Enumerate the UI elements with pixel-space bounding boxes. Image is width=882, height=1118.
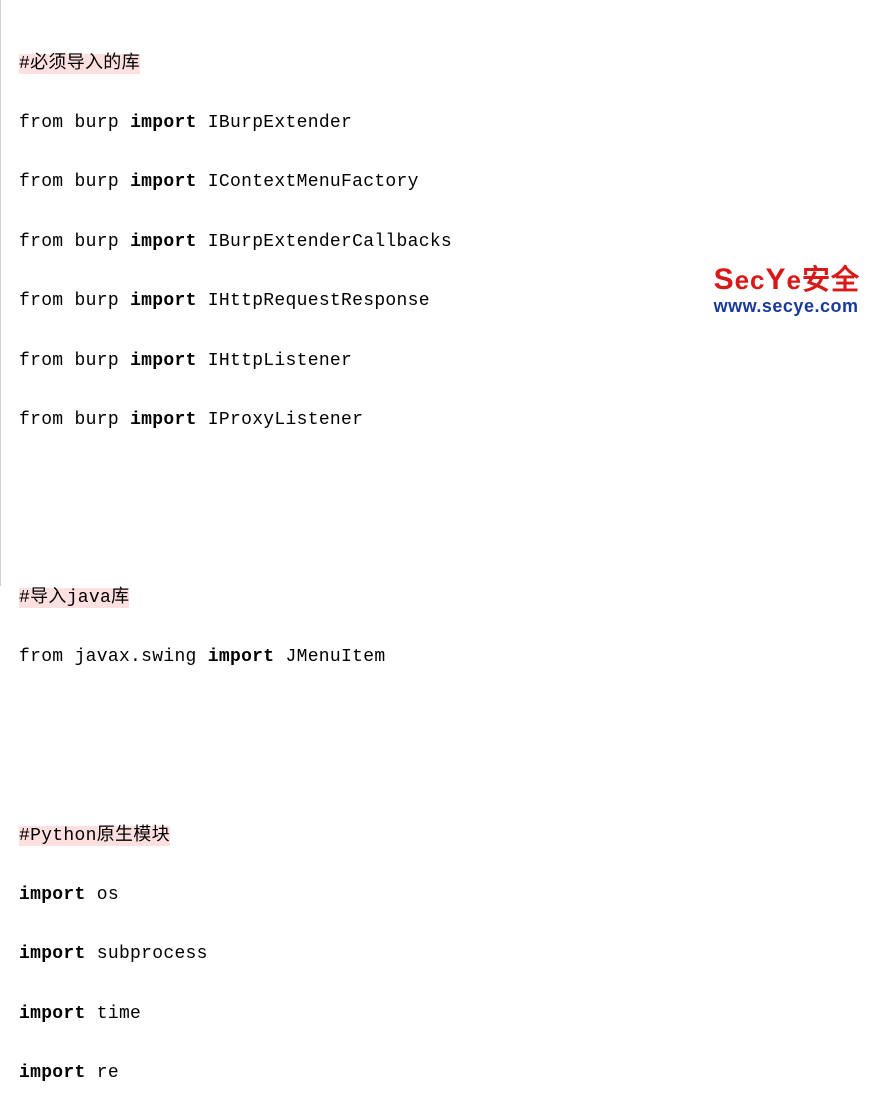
module-name: javax.swing bbox=[75, 647, 197, 667]
import-line: import time bbox=[19, 1000, 882, 1030]
watermark-url: www.secye.com bbox=[714, 297, 860, 315]
keyword-import: import bbox=[130, 351, 197, 371]
comment-line: #导入java库 bbox=[19, 584, 882, 614]
keyword-from: from bbox=[19, 351, 63, 371]
import-name: os bbox=[97, 885, 119, 905]
import-name: IBurpExtenderCallbacks bbox=[208, 232, 452, 252]
keyword-import: import bbox=[19, 944, 86, 964]
import-name: IProxyListener bbox=[208, 410, 363, 430]
blank-line bbox=[19, 465, 882, 495]
keyword-import: import bbox=[19, 1004, 86, 1024]
comment-line: #必须导入的库 bbox=[19, 50, 882, 80]
keyword-from: from bbox=[19, 113, 63, 133]
module-name: burp bbox=[75, 172, 119, 192]
import-name: IHttpListener bbox=[208, 351, 352, 371]
blank-line bbox=[19, 703, 882, 733]
keyword-from: from bbox=[19, 232, 63, 252]
blank-line bbox=[19, 762, 882, 792]
watermark-title: SecYe安全 bbox=[714, 265, 860, 295]
import-line: from burp import IContextMenuFactory bbox=[19, 168, 882, 198]
module-name: burp bbox=[75, 410, 119, 430]
keyword-import: import bbox=[19, 885, 86, 905]
import-line: import os bbox=[19, 881, 882, 911]
import-line: from burp import IBurpExtender bbox=[19, 109, 882, 139]
module-name: burp bbox=[75, 232, 119, 252]
module-name: burp bbox=[75, 291, 119, 311]
keyword-import: import bbox=[130, 172, 197, 192]
import-name: IContextMenuFactory bbox=[208, 172, 419, 192]
comment-line: #Python原生模块 bbox=[19, 822, 882, 852]
keyword-import: import bbox=[208, 647, 275, 667]
import-line: import subprocess bbox=[19, 940, 882, 970]
keyword-import: import bbox=[130, 232, 197, 252]
comment-section1: #必须导入的库 bbox=[19, 54, 140, 74]
import-name: IBurpExtender bbox=[208, 113, 352, 133]
keyword-import: import bbox=[130, 113, 197, 133]
comment-section3: #Python原生模块 bbox=[19, 826, 170, 846]
keyword-from: from bbox=[19, 291, 63, 311]
import-name: time bbox=[97, 1004, 141, 1024]
keyword-from: from bbox=[19, 410, 63, 430]
import-line: from burp import IHttpListener bbox=[19, 347, 882, 377]
import-line: from javax.swing import JMenuItem bbox=[19, 643, 882, 673]
import-line: import re bbox=[19, 1059, 882, 1089]
blank-line bbox=[19, 525, 882, 555]
import-line: from burp import IProxyListener bbox=[19, 406, 882, 436]
module-name: burp bbox=[75, 351, 119, 371]
import-line: from burp import IBurpExtenderCallbacks bbox=[19, 228, 882, 258]
import-name: JMenuItem bbox=[286, 647, 386, 667]
keyword-from: from bbox=[19, 172, 63, 192]
keyword-import: import bbox=[19, 1063, 86, 1083]
keyword-from: from bbox=[19, 647, 63, 667]
import-name: subprocess bbox=[97, 944, 208, 964]
watermark: SecYe安全 www.secye.com bbox=[714, 265, 860, 315]
keyword-import: import bbox=[130, 291, 197, 311]
keyword-import: import bbox=[130, 410, 197, 430]
code-editor-content: #必须导入的库 from burp import IBurpExtender f… bbox=[19, 20, 882, 1118]
import-name: IHttpRequestResponse bbox=[208, 291, 430, 311]
comment-section2: #导入java库 bbox=[19, 588, 129, 608]
module-name: burp bbox=[75, 113, 119, 133]
import-name: re bbox=[97, 1063, 119, 1083]
